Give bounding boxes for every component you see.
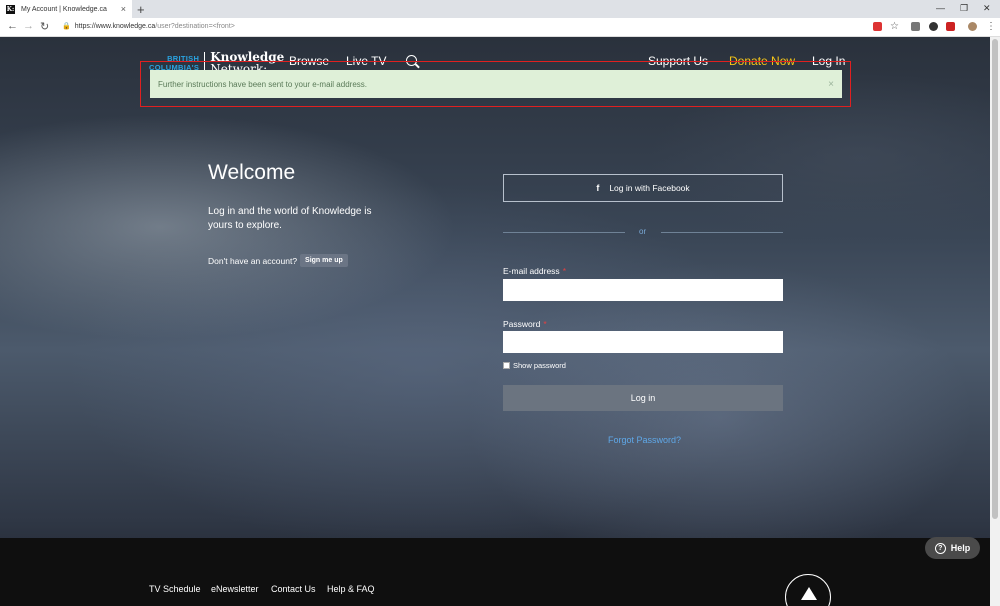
show-password-label: Show password xyxy=(513,361,566,370)
pdf-extension-icon[interactable] xyxy=(946,22,955,31)
address-bar: ← → ↻ 🔒 https://www.knowledge.ca/user?des… xyxy=(0,18,1000,37)
tab-title: My Account | Knowledge.ca xyxy=(21,5,107,13)
help-icon: ? xyxy=(934,542,946,554)
menu-kebab-icon[interactable]: ⋮ xyxy=(986,21,996,32)
login-button[interactable]: Log in xyxy=(503,385,783,411)
maximize-icon[interactable]: ❐ xyxy=(960,3,968,14)
password-label: Password * xyxy=(503,319,547,329)
bookmark-star-icon[interactable]: ☆ xyxy=(890,21,899,32)
reload-icon[interactable]: ↻ xyxy=(40,20,49,33)
lock-icon: 🔒 xyxy=(62,23,71,30)
forward-icon[interactable]: → xyxy=(23,20,34,32)
or-divider-label: or xyxy=(639,227,647,236)
extension-icon[interactable] xyxy=(929,22,938,31)
extension-icon[interactable] xyxy=(873,22,882,31)
show-password-checkbox[interactable] xyxy=(503,362,510,369)
page-title: Welcome xyxy=(208,161,296,184)
forgot-password-link[interactable]: Forgot Password? xyxy=(608,435,681,445)
close-icon[interactable]: × xyxy=(828,79,834,90)
signup-prompt-text: Don't have an account? xyxy=(208,255,298,266)
browser-tab[interactable]: K: My Account | Knowledge.ca × xyxy=(0,0,132,18)
scrollbar[interactable] xyxy=(990,37,1000,606)
back-icon[interactable]: ← xyxy=(7,20,18,32)
footer-link-help-faq[interactable]: Help & FAQ xyxy=(327,584,375,594)
facebook-login-button[interactable]: f Log in with Facebook xyxy=(503,174,783,202)
email-field[interactable] xyxy=(503,279,783,301)
cast-icon[interactable] xyxy=(911,22,920,31)
footer: TV Schedule eNewsletter Contact Us Help … xyxy=(0,538,990,606)
show-password-toggle[interactable]: Show password xyxy=(503,361,566,370)
window-close-icon[interactable]: ✕ xyxy=(983,3,991,14)
sign-me-up-button[interactable]: Sign me up xyxy=(300,254,348,267)
password-field[interactable] xyxy=(503,331,783,353)
footer-link-enewsletter[interactable]: eNewsletter xyxy=(211,584,259,594)
profile-avatar[interactable] xyxy=(968,22,977,31)
status-message-text: Further instructions have been sent to y… xyxy=(158,79,367,89)
divider-right xyxy=(661,232,783,233)
site-favicon-icon: K: xyxy=(6,4,15,14)
status-message: Further instructions have been sent to y… xyxy=(150,70,842,98)
email-label: E-mail address * xyxy=(503,266,566,276)
url-path: /user?destination=<front> xyxy=(155,23,235,30)
facebook-icon: f xyxy=(596,183,600,193)
footer-link-tv-schedule[interactable]: TV Schedule xyxy=(149,584,201,594)
charity-seal-logo xyxy=(785,574,831,606)
scrollbar-thumb[interactable] xyxy=(992,39,998,519)
help-label: Help xyxy=(950,543,971,553)
minimize-icon[interactable]: — xyxy=(936,3,945,13)
browser-tab-bar: K: My Account | Knowledge.ca × + — ❐ ✕ xyxy=(0,0,1000,18)
url-host: https://www.knowledge.ca xyxy=(74,23,156,30)
facebook-login-label: Log in with Facebook xyxy=(609,183,690,193)
page-content: BRITISH COLUMBIA'S Knowledge Network: Br… xyxy=(0,37,990,606)
welcome-subtitle: Log in and the world of Knowledge is you… xyxy=(208,206,372,231)
new-tab-icon[interactable]: + xyxy=(137,2,145,17)
url-field[interactable]: 🔒 https://www.knowledge.ca/user?destinati… xyxy=(62,22,235,30)
help-button[interactable]: ? Help xyxy=(925,537,980,559)
footer-link-contact-us[interactable]: Contact Us xyxy=(271,584,316,594)
signup-prompt: Don't have an account? Sign me up xyxy=(208,254,348,267)
tab-close-icon[interactable]: × xyxy=(121,4,126,14)
divider-left xyxy=(503,232,625,233)
